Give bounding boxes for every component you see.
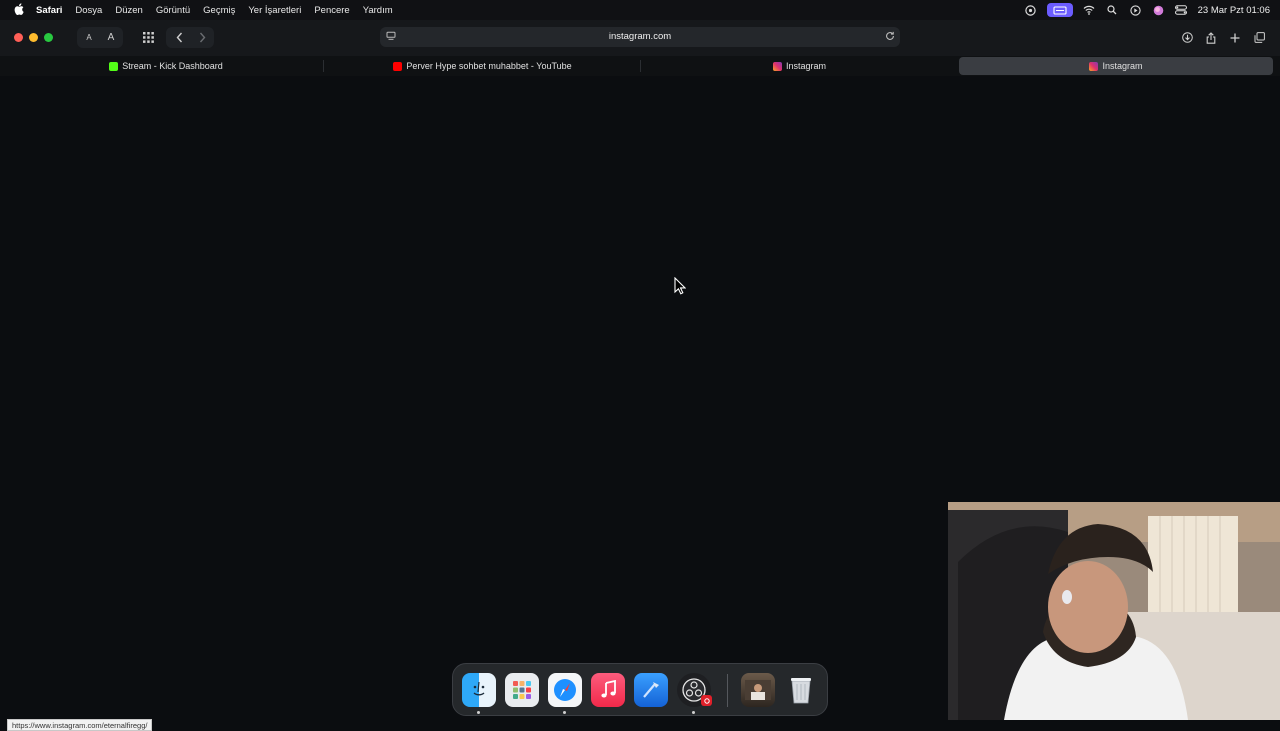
recording-badge-icon <box>701 695 712 706</box>
text-smaller-button[interactable]: A <box>82 28 96 47</box>
webcam-feed-image <box>948 502 1280 720</box>
launchpad-icon[interactable] <box>505 673 539 707</box>
menu-bar: Safari Dosya Düzen Görüntü Geçmiş Yer İş… <box>0 0 1280 20</box>
menu-app-name[interactable]: Safari <box>36 5 62 16</box>
tab-separator <box>640 60 641 72</box>
status-area: 23 Mar Pzt 01:06 <box>1024 0 1270 20</box>
xcode-icon[interactable] <box>634 673 668 707</box>
tab-instagram-active[interactable]: Instagram <box>959 57 1273 75</box>
fullscreen-window-button[interactable] <box>44 33 53 42</box>
finder-icon[interactable] <box>462 673 496 707</box>
link-status-bar: https://www.instagram.com/eternalfiregg/ <box>7 719 153 731</box>
tab-kick-dashboard[interactable]: Stream - Kick Dashboard <box>8 57 324 75</box>
new-tab-plus-icon[interactable] <box>1226 28 1244 47</box>
share-icon[interactable] <box>1202 28 1220 47</box>
address-text[interactable]: instagram.com <box>380 31 900 42</box>
instagram-icon <box>772 61 782 71</box>
running-indicator <box>692 711 695 714</box>
siri-icon[interactable] <box>1152 4 1165 17</box>
mouse-pointer-icon <box>674 276 687 300</box>
tab-youtube[interactable]: Perver Hype sohbet muhabbet - YouTube <box>325 57 640 75</box>
instagram-icon <box>1089 61 1099 71</box>
spotlight-search-icon[interactable] <box>1106 4 1119 17</box>
running-indicator <box>563 711 566 714</box>
music-icon[interactable] <box>591 673 625 707</box>
control-center-icon[interactable] <box>1175 4 1188 17</box>
tab-instagram[interactable]: Instagram <box>642 57 957 75</box>
tab-title: Stream - Kick Dashboard <box>122 61 223 71</box>
trash-icon[interactable] <box>784 673 818 707</box>
tab-overview-icon[interactable] <box>138 28 158 47</box>
photo-thumbnail-icon[interactable] <box>741 673 775 707</box>
back-chevron-icon[interactable] <box>170 28 188 47</box>
tab-overview-squares-icon[interactable] <box>1250 28 1268 47</box>
safari-icon[interactable] <box>548 673 582 707</box>
forward-chevron-icon[interactable] <box>193 28 211 47</box>
tab-title: Instagram <box>785 61 827 71</box>
now-playing-icon[interactable] <box>1129 4 1142 17</box>
text-larger-button[interactable]: A <box>104 28 118 47</box>
minimize-window-button[interactable] <box>29 33 38 42</box>
wifi-icon[interactable] <box>1083 4 1096 17</box>
reload-icon[interactable] <box>885 31 895 44</box>
menu-clock[interactable]: 23 Mar Pzt 01:06 <box>1198 5 1270 16</box>
apple-icon[interactable] <box>12 2 26 18</box>
menu-help[interactable]: Yardım <box>363 5 393 16</box>
dock-separator <box>727 674 728 707</box>
kick-icon <box>109 61 119 71</box>
running-indicator <box>477 711 480 714</box>
tab-separator <box>323 60 324 72</box>
menu-edit[interactable]: Düzen <box>115 5 142 16</box>
downloads-icon[interactable] <box>1178 28 1196 47</box>
tab-title: Instagram <box>1102 61 1143 71</box>
tab-bar: Stream - Kick Dashboard Perver Hype sohb… <box>0 56 1280 76</box>
menu-view[interactable]: Görüntü <box>156 5 190 16</box>
screen-mirroring-icon[interactable] <box>1046 3 1073 17</box>
tab-title: Perver Hype sohbet muhabbet - YouTube <box>406 61 572 71</box>
menu-file[interactable]: Dosya <box>75 5 102 16</box>
menu-bookmarks[interactable]: Yer İşaretleri <box>248 5 301 16</box>
dock <box>452 663 828 716</box>
menu-history[interactable]: Geçmiş <box>203 5 235 16</box>
youtube-icon <box>393 61 403 71</box>
webcam-overlay <box>948 502 1280 720</box>
close-window-button[interactable] <box>14 33 23 42</box>
address-bar[interactable]: instagram.com <box>380 27 900 47</box>
menu-window[interactable]: Pencere <box>314 5 349 16</box>
obs-status-icon[interactable] <box>1024 4 1037 17</box>
